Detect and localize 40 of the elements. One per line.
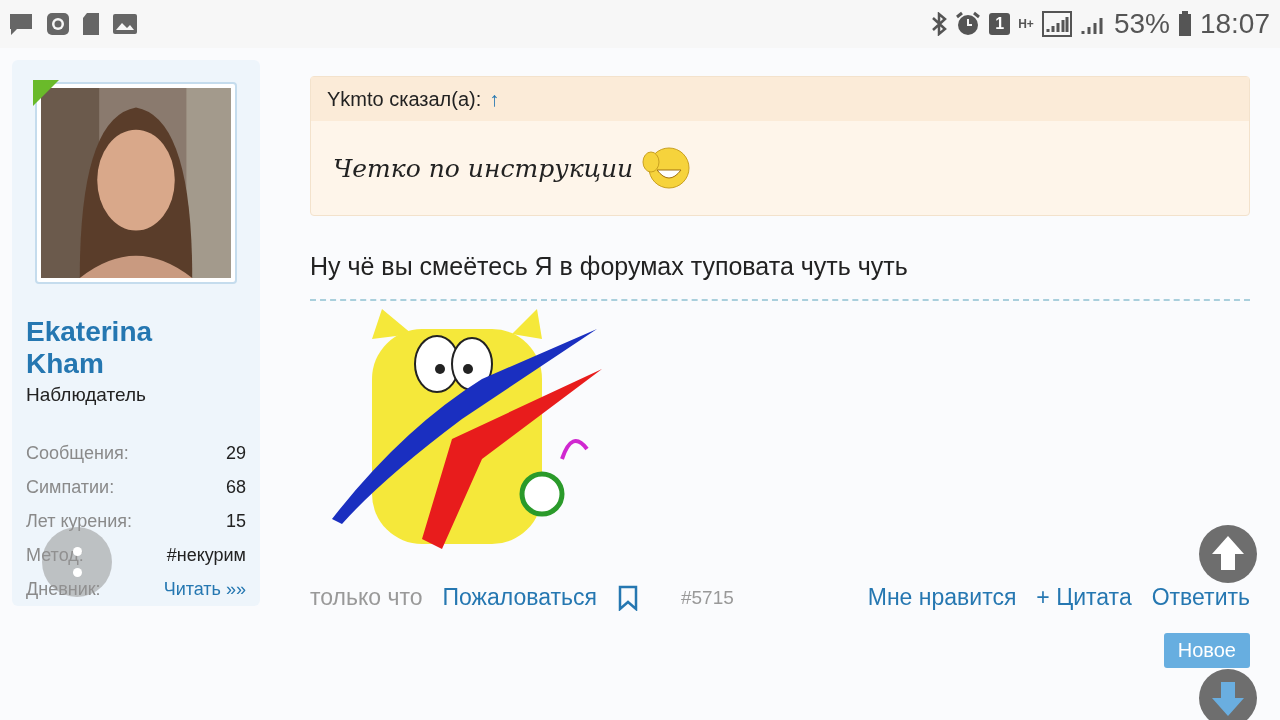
signal-icon — [1041, 11, 1072, 37]
camera-icon — [46, 12, 70, 36]
message-icon — [8, 12, 34, 36]
stat-value: 29 — [225, 442, 246, 464]
network-type: H+ — [1018, 17, 1034, 31]
author-rank: Наблюдатель — [26, 384, 147, 406]
author-name[interactable]: Ekaterina Kham — [26, 316, 196, 380]
new-posts-button[interactable]: Новое — [1163, 633, 1250, 668]
quote-text: Четко по инструкции — [333, 153, 634, 183]
stat-label: Симпатии: — [26, 476, 115, 498]
battery-percent: 53% — [1113, 8, 1170, 40]
scroll-down-icon[interactable] — [1198, 668, 1258, 720]
post-action-link[interactable]: Ответить — [1151, 584, 1250, 611]
stat-label: Сообщения: — [26, 442, 129, 464]
stat-value: #некурим — [166, 544, 246, 566]
clock: 18:07 — [1199, 8, 1270, 40]
stat-label: Лет курения: — [26, 510, 133, 532]
stat-value: 68 — [225, 476, 246, 498]
image-icon — [112, 13, 138, 35]
stat-label: Дневник: — [26, 578, 101, 600]
bluetooth-icon — [931, 12, 948, 36]
scroll-up-icon[interactable] — [1198, 524, 1258, 584]
post-action-link[interactable]: Мне нравится — [867, 584, 1017, 611]
corner-marker — [33, 80, 59, 106]
quote-link[interactable]: ↑ — [489, 87, 500, 111]
battery-icon — [1177, 11, 1192, 37]
grinning-smiley-icon — [641, 146, 692, 190]
sim-badge: 1 — [989, 13, 1011, 35]
stat-label: Метод: — [26, 544, 84, 566]
post-text: Ну чё вы смеётесь Я в форумах туповата чуть чуть — [310, 252, 909, 281]
sd-card-icon — [82, 12, 100, 36]
post-number[interactable]: #5715 — [680, 586, 734, 609]
post-action-link[interactable]: + Цитата — [1036, 584, 1132, 611]
bookmark-icon[interactable] — [616, 584, 639, 611]
report-link[interactable]: Пожаловаться — [442, 584, 597, 611]
quote-author: Ykmto сказал(а): — [327, 87, 482, 111]
alarm-icon — [955, 11, 982, 37]
stat-value: 15 — [225, 510, 246, 532]
diary-link[interactable]: Читать »» — [163, 578, 246, 600]
post-date: только что — [310, 584, 423, 611]
